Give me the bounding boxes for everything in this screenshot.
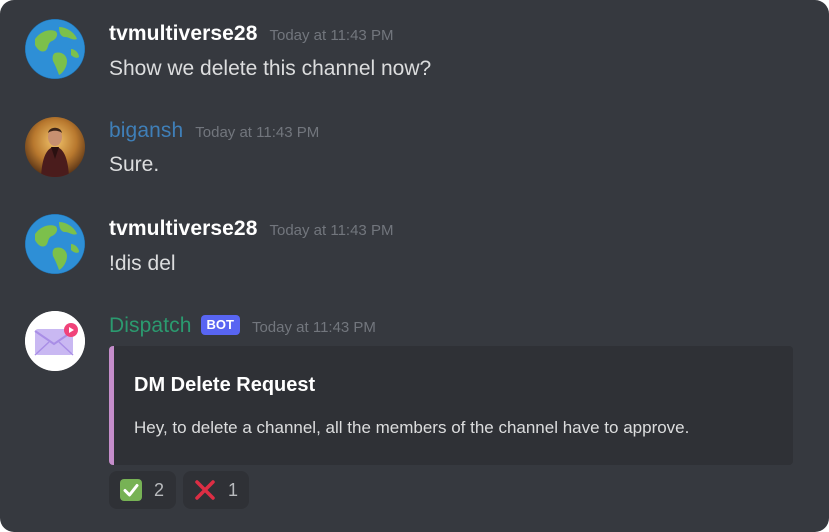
embed-description: Hey, to delete a channel, all the member… bbox=[134, 418, 690, 437]
check-mark-icon bbox=[120, 479, 142, 501]
chat-message-list: tvmultiverse28 Today at 11:43 PM Show we… bbox=[0, 0, 829, 532]
timestamp: Today at 11:43 PM bbox=[251, 319, 376, 336]
username[interactable]: Dispatch bbox=[109, 314, 192, 338]
avatar[interactable] bbox=[25, 117, 85, 177]
timestamp: Today at 11:43 PM bbox=[269, 27, 394, 44]
username[interactable]: bigansh bbox=[109, 119, 183, 143]
embed-title: DM Delete Request bbox=[134, 374, 316, 396]
envelope-icon bbox=[25, 311, 85, 371]
avatar[interactable] bbox=[25, 311, 85, 371]
username[interactable]: tvmultiverse28 bbox=[109, 22, 257, 46]
message-text: Show we delete this channel now? bbox=[109, 57, 432, 80]
reaction-count: 2 bbox=[154, 479, 165, 500]
person-photo-icon bbox=[25, 117, 85, 177]
timestamp: Today at 11:43 PM bbox=[269, 222, 394, 239]
avatar[interactable] bbox=[25, 214, 85, 274]
embed: DM Delete Request Hey, to delete a chann… bbox=[109, 346, 793, 465]
timestamp: Today at 11:43 PM bbox=[195, 124, 320, 141]
bot-badge: BOT bbox=[200, 315, 240, 335]
message-text: !dis del bbox=[109, 252, 176, 275]
cross-mark-icon bbox=[195, 480, 215, 500]
earth-globe-icon bbox=[25, 214, 85, 274]
earth-globe-icon bbox=[25, 19, 85, 79]
username[interactable]: tvmultiverse28 bbox=[109, 217, 257, 241]
reaction-count: 1 bbox=[228, 479, 239, 500]
avatar[interactable] bbox=[25, 19, 85, 79]
message-text: Sure. bbox=[109, 153, 160, 176]
reaction-approve[interactable]: 2 bbox=[109, 471, 176, 509]
reaction-reject[interactable]: 1 bbox=[183, 471, 249, 509]
